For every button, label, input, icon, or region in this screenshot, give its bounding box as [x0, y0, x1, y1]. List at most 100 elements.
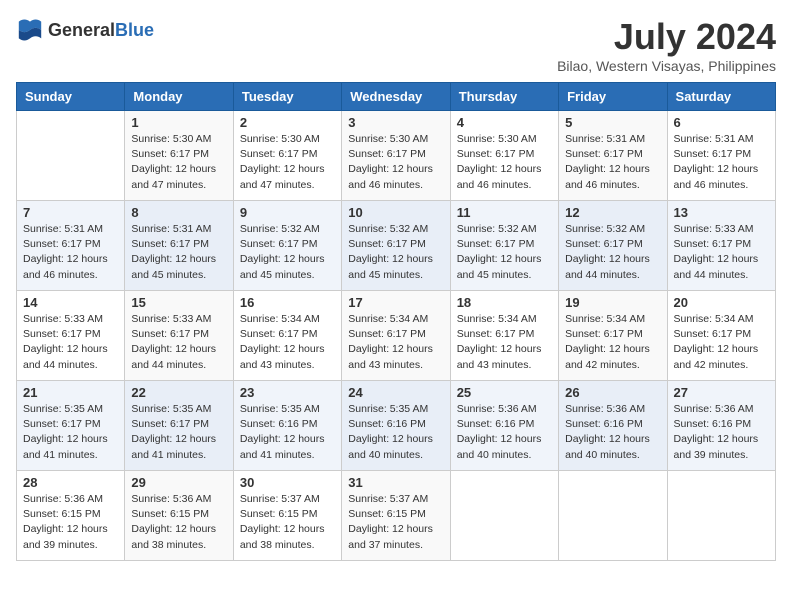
table-row: 14 Sunrise: 5:33 AM Sunset: 6:17 PM Dayli… [17, 291, 125, 381]
table-row: 16Sunrise: 5:34 AM Sunset: 6:17 PM Dayli… [233, 291, 341, 381]
table-row: 30Sunrise: 5:37 AM Sunset: 6:15 PM Dayli… [233, 471, 341, 561]
day-number: 18 [457, 295, 552, 310]
day-number: 13 [674, 205, 769, 220]
table-row: 15 Sunrise: 5:33 AM Sunset: 6:17 PM Dayli… [125, 291, 233, 381]
day-number: 12 [565, 205, 660, 220]
week-row-4: 21 Sunrise: 5:35 AM Sunset: 6:17 PM Dayli… [17, 381, 776, 471]
day-info: Sunrise: 5:30 AM Sunset: 6:17 PM Dayligh… [131, 132, 226, 193]
table-row: 26 Sunrise: 5:36 AM Sunset: 6:16 PM Dayli… [559, 381, 667, 471]
day-info: Sunrise: 5:31 AM Sunset: 6:17 PM Dayligh… [131, 222, 226, 283]
header-saturday: Saturday [667, 83, 775, 111]
day-number: 7 [23, 205, 118, 220]
day-number: 6 [674, 115, 769, 130]
calendar: Sunday Monday Tuesday Wednesday Thursday… [16, 82, 776, 561]
day-number: 9 [240, 205, 335, 220]
table-row: 29 Sunrise: 5:36 AM Sunset: 6:15 PM Dayli… [125, 471, 233, 561]
table-row: 3 Sunrise: 5:30 AM Sunset: 6:17 PM Daylig… [342, 111, 450, 201]
day-number: 21 [23, 385, 118, 400]
day-number: 19 [565, 295, 660, 310]
logo-icon [16, 16, 44, 44]
table-row: 27 Sunrise: 5:36 AM Sunset: 6:16 PM Dayli… [667, 381, 775, 471]
location-title: Bilao, Western Visayas, Philippines [557, 58, 776, 74]
logo: GeneralBlue [16, 16, 154, 44]
day-info: Sunrise: 5:33 AM Sunset: 6:17 PM Dayligh… [23, 312, 118, 373]
day-info: Sunrise: 5:30 AM Sunset: 6:17 PM Dayligh… [348, 132, 443, 193]
day-number: 4 [457, 115, 552, 130]
table-row: 8 Sunrise: 5:31 AM Sunset: 6:17 PM Daylig… [125, 201, 233, 291]
day-info: Sunrise: 5:36 AM Sunset: 6:15 PM Dayligh… [131, 492, 226, 553]
table-row: 12 Sunrise: 5:32 AM Sunset: 6:17 PM Dayli… [559, 201, 667, 291]
day-info: Sunrise: 5:35 AM Sunset: 6:16 PM Dayligh… [348, 402, 443, 463]
day-number: 30 [240, 475, 335, 490]
day-number: 8 [131, 205, 226, 220]
day-info: Sunrise: 5:34 AM Sunset: 6:17 PM Dayligh… [674, 312, 769, 373]
table-row: 6 Sunrise: 5:31 AM Sunset: 6:17 PM Daylig… [667, 111, 775, 201]
day-number: 3 [348, 115, 443, 130]
day-info: Sunrise: 5:31 AM Sunset: 6:17 PM Dayligh… [565, 132, 660, 193]
day-number: 26 [565, 385, 660, 400]
day-info: Sunrise: 5:36 AM Sunset: 6:16 PM Dayligh… [565, 402, 660, 463]
day-number: 11 [457, 205, 552, 220]
table-row: 17Sunrise: 5:34 AM Sunset: 6:17 PM Dayli… [342, 291, 450, 381]
day-info: Sunrise: 5:30 AM Sunset: 6:17 PM Dayligh… [240, 132, 335, 193]
day-info: Sunrise: 5:32 AM Sunset: 6:17 PM Dayligh… [457, 222, 552, 283]
header-tuesday: Tuesday [233, 83, 341, 111]
day-info: Sunrise: 5:36 AM Sunset: 6:16 PM Dayligh… [674, 402, 769, 463]
day-number: 17 [348, 295, 443, 310]
day-number: 15 [131, 295, 226, 310]
day-number: 5 [565, 115, 660, 130]
day-info: Sunrise: 5:33 AM Sunset: 6:17 PM Dayligh… [674, 222, 769, 283]
day-info: Sunrise: 5:31 AM Sunset: 6:17 PM Dayligh… [674, 132, 769, 193]
table-row [17, 111, 125, 201]
day-info: Sunrise: 5:34 AM Sunset: 6:17 PM Dayligh… [565, 312, 660, 373]
day-number: 1 [131, 115, 226, 130]
day-number: 24 [348, 385, 443, 400]
table-row: 11 Sunrise: 5:32 AM Sunset: 6:17 PM Dayli… [450, 201, 558, 291]
day-number: 14 [23, 295, 118, 310]
day-number: 20 [674, 295, 769, 310]
day-number: 22 [131, 385, 226, 400]
day-number: 16 [240, 295, 335, 310]
month-title: July 2024 [557, 16, 776, 58]
table-row: 21 Sunrise: 5:35 AM Sunset: 6:17 PM Dayli… [17, 381, 125, 471]
day-info: Sunrise: 5:36 AM Sunset: 6:15 PM Dayligh… [23, 492, 118, 553]
table-row [450, 471, 558, 561]
day-info: Sunrise: 5:35 AM Sunset: 6:16 PM Dayligh… [240, 402, 335, 463]
day-number: 10 [348, 205, 443, 220]
table-row: 10Sunrise: 5:32 AM Sunset: 6:17 PM Dayli… [342, 201, 450, 291]
table-row: 4Sunrise: 5:30 AM Sunset: 6:17 PM Daylig… [450, 111, 558, 201]
logo-text: GeneralBlue [48, 20, 154, 41]
header-wednesday: Wednesday [342, 83, 450, 111]
day-info: Sunrise: 5:35 AM Sunset: 6:17 PM Dayligh… [131, 402, 226, 463]
day-number: 28 [23, 475, 118, 490]
title-area: July 2024 Bilao, Western Visayas, Philip… [557, 16, 776, 74]
table-row: 5 Sunrise: 5:31 AM Sunset: 6:17 PM Daylig… [559, 111, 667, 201]
week-row-2: 7 Sunrise: 5:31 AM Sunset: 6:17 PM Daylig… [17, 201, 776, 291]
day-number: 29 [131, 475, 226, 490]
table-row: 19 Sunrise: 5:34 AM Sunset: 6:17 PM Dayli… [559, 291, 667, 381]
week-row-1: 1 Sunrise: 5:30 AM Sunset: 6:17 PM Daylig… [17, 111, 776, 201]
day-number: 23 [240, 385, 335, 400]
day-number: 27 [674, 385, 769, 400]
calendar-header-row: Sunday Monday Tuesday Wednesday Thursday… [17, 83, 776, 111]
table-row: 24 Sunrise: 5:35 AM Sunset: 6:16 PM Dayli… [342, 381, 450, 471]
day-info: Sunrise: 5:35 AM Sunset: 6:17 PM Dayligh… [23, 402, 118, 463]
logo-general: General [48, 20, 115, 40]
day-info: Sunrise: 5:33 AM Sunset: 6:17 PM Dayligh… [131, 312, 226, 373]
day-info: Sunrise: 5:31 AM Sunset: 6:17 PM Dayligh… [23, 222, 118, 283]
week-row-3: 14 Sunrise: 5:33 AM Sunset: 6:17 PM Dayli… [17, 291, 776, 381]
header-monday: Monday [125, 83, 233, 111]
day-info: Sunrise: 5:37 AM Sunset: 6:15 PM Dayligh… [348, 492, 443, 553]
table-row: 20 Sunrise: 5:34 AM Sunset: 6:17 PM Dayli… [667, 291, 775, 381]
header-friday: Friday [559, 83, 667, 111]
table-row: 18Sunrise: 5:34 AM Sunset: 6:17 PM Dayli… [450, 291, 558, 381]
table-row: 25Sunrise: 5:36 AM Sunset: 6:16 PM Dayli… [450, 381, 558, 471]
table-row [667, 471, 775, 561]
logo-blue: Blue [115, 20, 154, 40]
day-info: Sunrise: 5:32 AM Sunset: 6:17 PM Dayligh… [565, 222, 660, 283]
table-row: 2Sunrise: 5:30 AM Sunset: 6:17 PM Daylig… [233, 111, 341, 201]
header-sunday: Sunday [17, 83, 125, 111]
table-row: 23 Sunrise: 5:35 AM Sunset: 6:16 PM Dayli… [233, 381, 341, 471]
day-number: 31 [348, 475, 443, 490]
table-row: 13 Sunrise: 5:33 AM Sunset: 6:17 PM Dayli… [667, 201, 775, 291]
